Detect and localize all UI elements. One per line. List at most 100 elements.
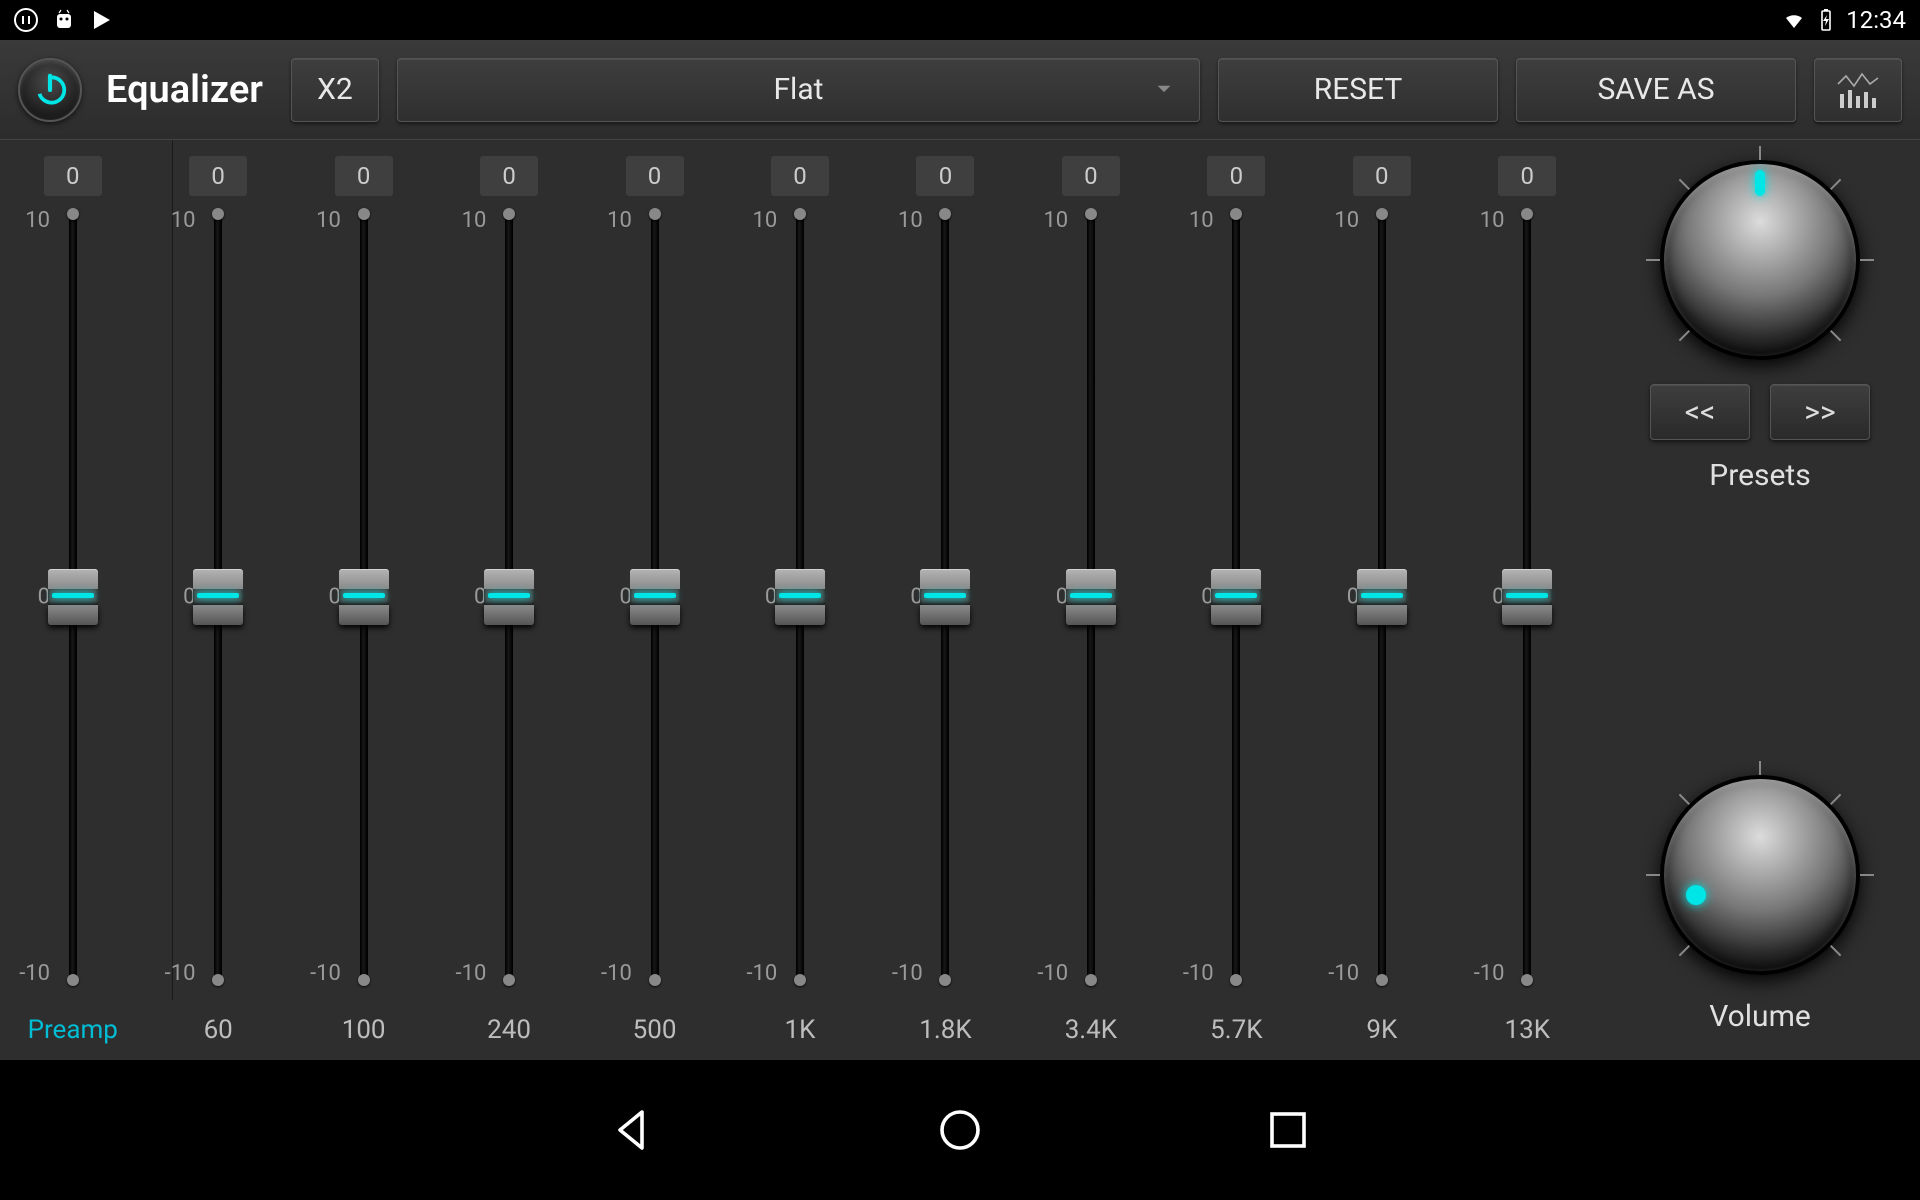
eq-view-button[interactable] <box>1814 58 1902 122</box>
power-button[interactable] <box>18 58 82 122</box>
slider-thumb[interactable] <box>1502 569 1552 625</box>
toolbar: Equalizer X2 Flat RESET SAVE AS <box>0 40 1920 140</box>
equalizer-icon <box>1836 70 1880 110</box>
band-label: 500 <box>633 1000 677 1060</box>
eq-band-60: 0100-1060 <box>145 156 290 1060</box>
band-label: 240 <box>487 1000 531 1060</box>
reset-button[interactable]: RESET <box>1218 58 1498 122</box>
band-label: 9K <box>1366 1000 1397 1060</box>
presets-label: Presets <box>1709 458 1810 493</box>
slider-thumb[interactable] <box>920 569 970 625</box>
home-icon <box>936 1106 984 1154</box>
band-value[interactable]: 0 <box>1207 156 1265 196</box>
scale-min: -10 <box>1170 961 1214 986</box>
scale-mid: 0 <box>879 585 923 610</box>
slider-thumb[interactable] <box>193 569 243 625</box>
slider-thumb[interactable] <box>630 569 680 625</box>
scale-min: -10 <box>879 961 923 986</box>
scale-min: -10 <box>151 961 195 986</box>
eq-band-5.7K: 0 10 0 -10 5.7K <box>1164 156 1309 1060</box>
battery-charging-icon <box>1814 8 1838 32</box>
slider-thumb[interactable] <box>1357 569 1407 625</box>
band-label: 60 <box>204 1000 233 1060</box>
band-label: 3.4K <box>1065 1000 1117 1060</box>
volume-label: Volume <box>1709 999 1811 1034</box>
android-debug-icon <box>52 8 76 32</box>
band-value[interactable]: 0 <box>44 156 102 196</box>
band-label: 5.7K <box>1210 1000 1262 1060</box>
band-label: 13K <box>1504 1000 1550 1060</box>
scale-min: -10 <box>1461 961 1505 986</box>
sliders-area: 0100-10Preamp0100-10600100-101000100-102… <box>0 140 1600 1060</box>
scale-min: -10 <box>588 961 632 986</box>
app-title: Equalizer <box>106 68 263 112</box>
band-value[interactable]: 0 <box>1353 156 1411 196</box>
back-icon <box>608 1106 656 1154</box>
scale-mid: 0 <box>1461 585 1505 610</box>
band-value[interactable]: 0 <box>771 156 829 196</box>
scale-max: 10 <box>588 208 632 233</box>
scale-mid: 0 <box>6 585 50 610</box>
scale-max: 10 <box>442 208 486 233</box>
scale-max: 10 <box>297 208 341 233</box>
scale-max: 10 <box>6 208 50 233</box>
status-time: 12:34 <box>1846 6 1906 34</box>
x2-button[interactable]: X2 <box>291 58 379 122</box>
band-label: 1K <box>785 1000 816 1060</box>
scale-min: -10 <box>1024 961 1068 986</box>
scale-max: 10 <box>733 208 777 233</box>
eq-band-1.8K: 0 10 0 -10 1.8K <box>873 156 1018 1060</box>
scale-min: -10 <box>1315 961 1359 986</box>
band-value[interactable]: 0 <box>480 156 538 196</box>
scale-min: -10 <box>6 961 50 986</box>
scale-mid: 0 <box>1024 585 1068 610</box>
eq-band-240: 0 10 0 -10240 <box>436 156 581 1060</box>
preset-next-button[interactable]: >> <box>1770 384 1870 440</box>
slider-thumb[interactable] <box>484 569 534 625</box>
home-button[interactable] <box>936 1106 984 1154</box>
preset-knob[interactable] <box>1660 160 1860 360</box>
eq-band-9K: 0100-109K <box>1309 156 1454 1060</box>
eq-band-3.4K: 0 10 0 -10 3.4K <box>1018 156 1163 1060</box>
slider-thumb[interactable] <box>1211 569 1261 625</box>
band-value[interactable]: 0 <box>626 156 684 196</box>
band-label: 1.8K <box>919 1000 971 1060</box>
volume-knob[interactable] <box>1660 775 1860 975</box>
scale-min: -10 <box>442 961 486 986</box>
power-icon <box>31 71 69 109</box>
scale-mid: 0 <box>297 585 341 610</box>
scale-mid: 0 <box>588 585 632 610</box>
back-button[interactable] <box>608 1106 656 1154</box>
eq-band-500: 0 10 0 -10500 <box>582 156 727 1060</box>
equalizer-main: 0100-10Preamp0100-10600100-101000100-102… <box>0 140 1920 1060</box>
wifi-icon <box>1782 8 1806 32</box>
play-store-icon <box>90 8 114 32</box>
preset-dropdown[interactable]: Flat <box>397 58 1200 122</box>
scale-mid: 0 <box>442 585 486 610</box>
navigation-bar <box>0 1060 1920 1200</box>
preset-prev-button[interactable]: << <box>1650 384 1750 440</box>
band-value[interactable]: 0 <box>1062 156 1120 196</box>
recent-apps-button[interactable] <box>1264 1106 1312 1154</box>
slider-thumb[interactable] <box>775 569 825 625</box>
band-value[interactable]: 0 <box>1498 156 1556 196</box>
band-label: 100 <box>342 1000 386 1060</box>
slider-thumb[interactable] <box>339 569 389 625</box>
scale-max: 10 <box>151 208 195 233</box>
band-label: Preamp <box>28 1000 118 1060</box>
scale-mid: 0 <box>1170 585 1214 610</box>
scale-max: 10 <box>879 208 923 233</box>
band-value[interactable]: 0 <box>916 156 974 196</box>
slider-thumb[interactable] <box>48 569 98 625</box>
music-app-icon <box>14 8 38 32</box>
slider-thumb[interactable] <box>1066 569 1116 625</box>
preamp-band: 0 10 0 -10 Preamp <box>0 156 145 1060</box>
scale-max: 10 <box>1024 208 1068 233</box>
scale-max: 10 <box>1170 208 1214 233</box>
preset-dropdown-label: Flat <box>773 72 823 107</box>
band-value[interactable]: 0 <box>189 156 247 196</box>
save-as-button[interactable]: SAVE AS <box>1516 58 1796 122</box>
scale-mid: 0 <box>1315 585 1359 610</box>
eq-band-13K: 0100-1013K <box>1455 156 1600 1060</box>
band-value[interactable]: 0 <box>335 156 393 196</box>
